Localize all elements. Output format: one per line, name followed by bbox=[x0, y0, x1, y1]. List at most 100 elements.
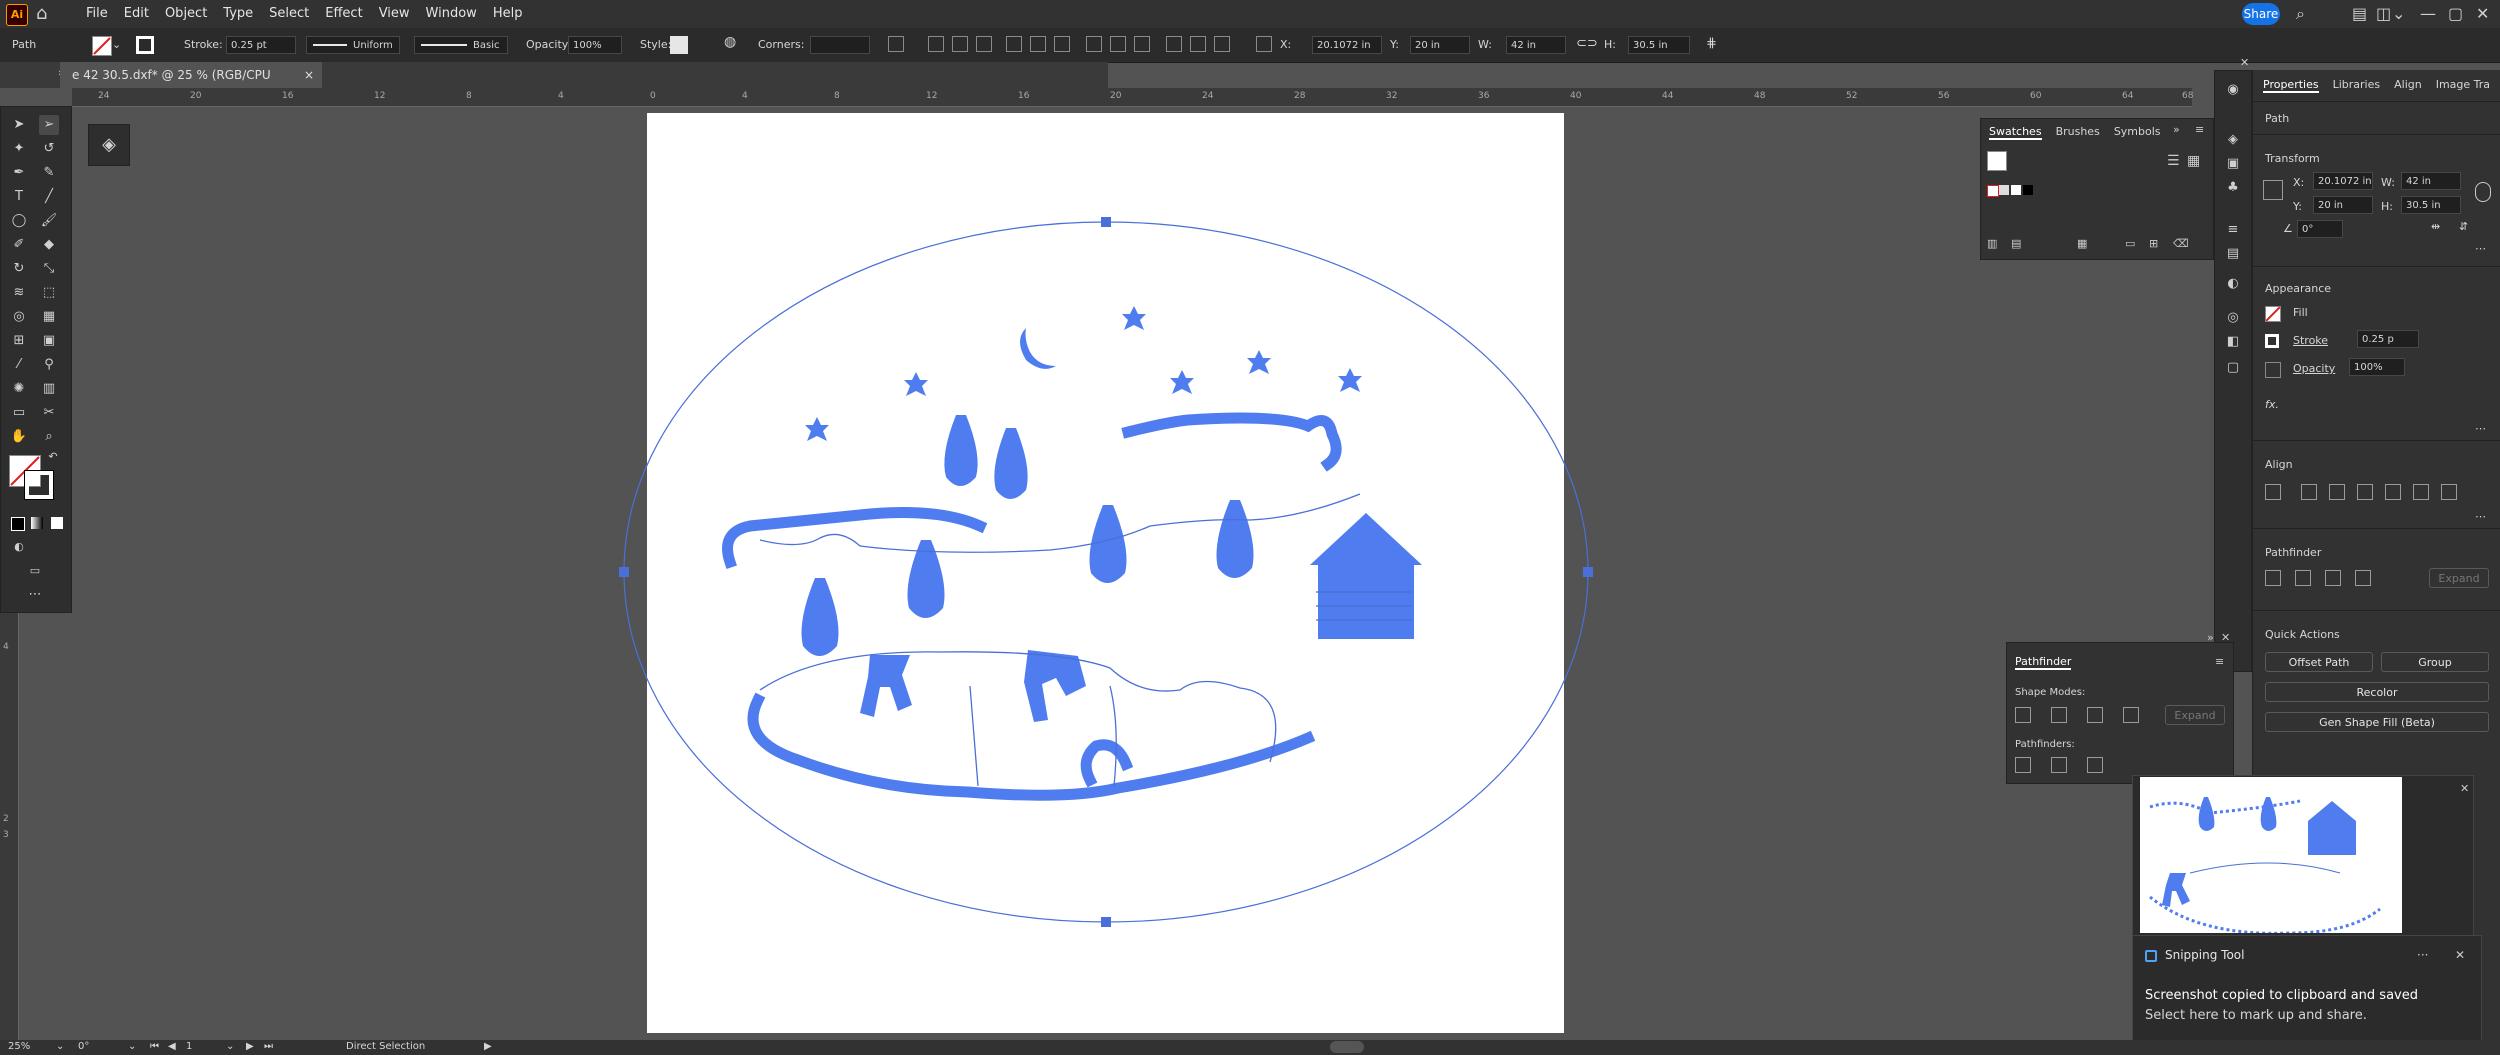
panel-collapse-icon[interactable]: » bbox=[2173, 123, 2180, 136]
align-top-icon[interactable] bbox=[1006, 36, 1022, 52]
align-to-icon[interactable] bbox=[888, 36, 904, 52]
close-tab-icon[interactable]: × bbox=[304, 62, 314, 88]
fill-swatch[interactable] bbox=[92, 36, 112, 56]
panel-menu-icon[interactable]: ≡ bbox=[2195, 123, 2204, 136]
opacity-field[interactable]: 100% bbox=[568, 36, 622, 54]
distribute-left-icon[interactable] bbox=[1166, 36, 1182, 52]
distribute-right-icon[interactable] bbox=[1214, 36, 1230, 52]
appearance-panel-icon[interactable]: ◎ bbox=[2224, 309, 2242, 327]
libraries-panel-icon[interactable]: ▣ bbox=[2224, 155, 2242, 173]
menu-help[interactable]: Help bbox=[493, 0, 523, 28]
screenshot-thumbnail[interactable] bbox=[2140, 777, 2402, 935]
gradient-mode-icon[interactable] bbox=[31, 517, 43, 529]
anchor-point-top[interactable] bbox=[1101, 217, 1111, 227]
stroke-swatch[interactable] bbox=[2265, 334, 2279, 348]
unite-icon[interactable] bbox=[2265, 570, 2281, 586]
h-field[interactable]: 30.5 in bbox=[2401, 196, 2461, 214]
more-options-icon[interactable]: ⋯ bbox=[2475, 422, 2486, 435]
minimize-icon[interactable]: — bbox=[2420, 4, 2436, 23]
rotate-view-field[interactable]: 0° bbox=[78, 1041, 89, 1052]
shaper-tool-icon[interactable]: ✐ bbox=[9, 235, 29, 255]
eraser-tool-icon[interactable]: ◆ bbox=[39, 235, 59, 255]
align-left-icon[interactable] bbox=[928, 36, 944, 52]
status-menu-icon[interactable]: ▶ bbox=[484, 1041, 492, 1052]
gen-shape-fill-button[interactable]: Gen Shape Fill (Beta) bbox=[2265, 712, 2489, 732]
share-button[interactable]: Share bbox=[2242, 3, 2280, 25]
y-field[interactable]: 20 in bbox=[1410, 36, 1470, 54]
y-field[interactable]: 20 in bbox=[2313, 196, 2373, 214]
h-field[interactable]: 30.5 in bbox=[1628, 36, 1690, 54]
pathfinder-title[interactable]: Pathfinder bbox=[2015, 655, 2072, 670]
show-kinds-icon[interactable]: ▤ bbox=[2011, 237, 2021, 250]
menu-object[interactable]: Object bbox=[165, 0, 207, 28]
expand-button[interactable]: Expand bbox=[2165, 705, 2225, 725]
magic-wand-tool-icon[interactable]: ✦ bbox=[9, 139, 29, 159]
brush-definition-dropdown[interactable]: Basic bbox=[414, 36, 508, 54]
panel-menu-icon[interactable]: ≡ bbox=[2215, 655, 2224, 668]
menu-type[interactable]: Type bbox=[223, 0, 253, 28]
align-bottom-icon[interactable] bbox=[1054, 36, 1070, 52]
stroke-color-swatch[interactable] bbox=[24, 470, 54, 500]
lasso-tool-icon[interactable]: ↺ bbox=[39, 139, 59, 159]
width-tool-icon[interactable]: ≋ bbox=[9, 283, 29, 303]
distribute-hcenter-icon[interactable] bbox=[1190, 36, 1206, 52]
scale-tool-icon[interactable]: ⤡ bbox=[39, 259, 59, 279]
stroke-panel-icon[interactable]: ≡ bbox=[2224, 221, 2242, 239]
rotate-tool-icon[interactable]: ↻ bbox=[9, 259, 29, 279]
menu-edit[interactable]: Edit bbox=[124, 0, 149, 28]
layers-panel-icon[interactable]: ◈ bbox=[2224, 131, 2242, 149]
align-hcenter-icon[interactable] bbox=[2329, 484, 2345, 500]
menu-file[interactable]: File bbox=[86, 0, 108, 28]
divide-icon[interactable] bbox=[2015, 757, 2031, 773]
anchor-point-left[interactable] bbox=[619, 567, 629, 577]
stroke-weight-field[interactable]: 0.25 pt bbox=[226, 36, 296, 54]
white-swatch[interactable] bbox=[2011, 185, 2021, 195]
menu-view[interactable]: View bbox=[379, 0, 410, 28]
slice-tool-icon[interactable]: ✂ bbox=[39, 403, 59, 423]
hand-tool-icon[interactable]: ✋ bbox=[9, 427, 29, 447]
align-hcenter-icon[interactable] bbox=[952, 36, 968, 52]
constrain-proportions-icon[interactable]: ⊂⊃ bbox=[1576, 36, 1598, 51]
delete-swatch-icon[interactable]: ⌫ bbox=[2173, 237, 2189, 250]
selection-tool-icon[interactable]: ➤ bbox=[9, 115, 29, 135]
maximize-icon[interactable]: ▢ bbox=[2448, 4, 2463, 23]
free-transform-tool-icon[interactable]: ⬚ bbox=[39, 283, 59, 303]
transparency-panel-icon[interactable]: ◐ bbox=[2224, 275, 2242, 293]
gradient-tool-icon[interactable]: ▣ bbox=[39, 331, 59, 351]
recolor-button[interactable]: Recolor bbox=[2265, 682, 2489, 702]
distribute-vcenter-icon[interactable] bbox=[1110, 36, 1126, 52]
fill-swatch[interactable] bbox=[2265, 306, 2281, 322]
line-tool-icon[interactable]: ╱ bbox=[39, 187, 59, 207]
workspace-chevron-icon[interactable]: ⌄ bbox=[2392, 4, 2405, 23]
trim-icon[interactable] bbox=[2051, 757, 2067, 773]
tab-image-trace[interactable]: Image Tra bbox=[2436, 78, 2490, 93]
zoom-chevron-icon[interactable]: ⌄ bbox=[56, 1041, 64, 1052]
blend-tool-icon[interactable]: ⚲ bbox=[39, 355, 59, 375]
align-bottom-icon[interactable] bbox=[2441, 484, 2457, 500]
toast-close-icon[interactable]: ✕ bbox=[2455, 948, 2465, 962]
unite-icon[interactable] bbox=[2015, 707, 2031, 723]
current-tool-label[interactable]: Direct Selection bbox=[346, 1041, 425, 1052]
swatch-libraries-icon[interactable]: ▥ bbox=[1987, 237, 1997, 250]
arrange-documents-icon[interactable]: ▤ bbox=[2352, 4, 2367, 23]
paintbrush-tool-icon[interactable]: 🖌 bbox=[39, 211, 59, 231]
layers-icon[interactable]: ◈ bbox=[88, 124, 130, 166]
opacity-link[interactable]: Opacity bbox=[2293, 362, 2335, 375]
menu-window[interactable]: Window bbox=[426, 0, 477, 28]
reference-point-icon[interactable] bbox=[2263, 180, 2283, 200]
align-to-icon[interactable] bbox=[2265, 484, 2281, 500]
swatch-options-icon[interactable]: ▦ bbox=[2077, 237, 2087, 250]
offset-path-button[interactable]: Offset Path bbox=[2265, 652, 2373, 672]
workspace-icon[interactable]: ◫ bbox=[2376, 4, 2391, 23]
pen-tool-icon[interactable]: ✒ bbox=[9, 163, 29, 183]
graphic-style-swatch[interactable] bbox=[670, 36, 688, 54]
artboard-chevron-icon[interactable]: ⌄ bbox=[226, 1041, 234, 1052]
list-view-icon[interactable]: ☰ bbox=[2167, 153, 2180, 169]
graphic-styles-icon[interactable]: ◧ bbox=[2224, 333, 2242, 351]
close-panel-icon[interactable]: ✕ bbox=[2221, 631, 2230, 644]
edit-toolbar-icon[interactable]: ⋯ bbox=[25, 585, 45, 605]
stroke-link[interactable]: Stroke bbox=[2293, 334, 2328, 347]
distribute-bottom-icon[interactable] bbox=[1134, 36, 1150, 52]
mesh-tool-icon[interactable]: ⊞ bbox=[9, 331, 29, 351]
next-artboard-icon[interactable]: ▶ bbox=[246, 1041, 254, 1052]
